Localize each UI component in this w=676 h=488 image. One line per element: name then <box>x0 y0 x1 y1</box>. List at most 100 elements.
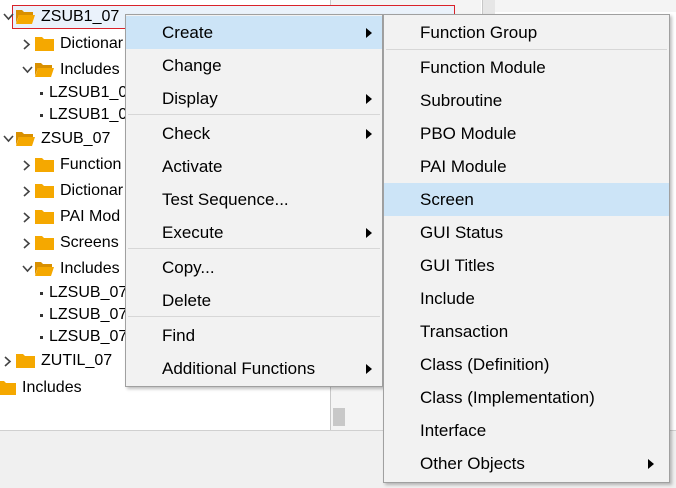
submenu-item[interactable]: PBO Module <box>384 117 669 150</box>
submenu-item-label: Function Module <box>420 58 546 77</box>
chevron-right-icon[interactable] <box>22 32 34 56</box>
submenu-item-label: GUI Status <box>420 223 504 242</box>
folder-open-icon <box>35 61 54 78</box>
menu-item[interactable]: Delete <box>126 284 382 317</box>
submenu-item[interactable]: Class (Definition) <box>384 348 669 381</box>
menu-item[interactable]: Test Sequence... <box>126 183 382 216</box>
menu-item-label: Execute <box>162 223 224 242</box>
submenu-item-label: PAI Module <box>420 157 507 176</box>
chevron-down-icon[interactable] <box>22 257 34 281</box>
leaf-bullet <box>40 314 43 317</box>
submenu-arrow-icon <box>366 129 372 139</box>
submenu-item-label: Screen <box>420 190 474 209</box>
menu-separator <box>128 114 380 115</box>
folder-icon <box>35 234 54 251</box>
chevron-down-icon[interactable] <box>22 58 34 82</box>
submenu-item-label: GUI Titles <box>420 256 495 275</box>
submenu-item[interactable]: Other Objects <box>384 447 669 480</box>
tree-node-label: Includes <box>60 61 120 78</box>
menu-item[interactable]: Create <box>126 16 382 49</box>
submenu-item[interactable]: Include <box>384 282 669 315</box>
submenu-item[interactable]: GUI Status <box>384 216 669 249</box>
submenu-item-label: Subroutine <box>420 91 503 110</box>
submenu-arrow-icon <box>366 364 372 374</box>
submenu-item[interactable]: PAI Module <box>384 150 669 183</box>
folder-open-icon <box>16 8 35 25</box>
tree-node-label: Function <box>60 156 122 173</box>
window-top-strip <box>494 0 676 12</box>
menu-item-label: Activate <box>162 157 223 176</box>
chevron-right-icon[interactable] <box>3 349 15 373</box>
submenu-item-label: Function Group <box>420 23 538 42</box>
menu-item[interactable]: Execute <box>126 216 382 249</box>
chevron-down-icon[interactable] <box>3 5 15 29</box>
submenu-arrow-icon <box>648 459 654 469</box>
menu-item-label: Change <box>162 56 222 75</box>
create-submenu: Function Group Function Module Subroutine P… <box>383 14 670 483</box>
tree-node-label: ZSUB_07 <box>41 130 111 147</box>
menu-item[interactable]: Find <box>126 319 382 352</box>
submenu-item[interactable]: Class (Implementation) <box>384 381 669 414</box>
menu-item-label: Test Sequence... <box>162 190 289 209</box>
tree-node-label: LZSUB1_0 <box>49 106 128 123</box>
submenu-item[interactable]: Function Group <box>384 16 669 49</box>
folder-icon <box>35 35 54 52</box>
chevron-right-icon[interactable] <box>22 179 34 203</box>
chevron-right-icon[interactable] <box>22 153 34 177</box>
folder-open-icon <box>16 130 35 147</box>
tree-node-label: ZUTIL_07 <box>41 352 113 369</box>
menu-item-label: Display <box>162 89 218 108</box>
tree-node-label: LZSUB_07 <box>49 284 128 301</box>
submenu-item-label: Class (Implementation) <box>420 388 595 407</box>
submenu-arrow-icon <box>366 28 372 38</box>
submenu-item[interactable]: Interface <box>384 414 669 447</box>
menu-item[interactable]: Display <box>126 82 382 115</box>
menu-separator <box>128 316 380 317</box>
menu-item[interactable]: Change <box>126 49 382 82</box>
submenu-item[interactable]: Subroutine <box>384 84 669 117</box>
tree-node-label: LZSUB1_0 <box>49 84 128 101</box>
menu-separator <box>128 248 380 249</box>
menu-item-label: Additional Functions <box>162 359 316 378</box>
menu-item-label: Find <box>162 326 196 345</box>
folder-icon <box>16 352 35 369</box>
folder-icon <box>0 379 16 396</box>
folder-icon <box>35 208 54 225</box>
tree-node-label: Includes <box>60 260 120 277</box>
chevron-right-icon[interactable] <box>22 231 34 255</box>
submenu-arrow-icon <box>366 94 372 104</box>
menu-item[interactable]: Copy... <box>126 251 382 284</box>
folder-open-icon <box>35 260 54 277</box>
tree-node-label: Dictionar <box>60 35 124 52</box>
horizontal-scrollbar-thumb[interactable] <box>333 408 345 426</box>
submenu-item-label: PBO Module <box>420 124 517 143</box>
tree-node-label: LZSUB_07 <box>49 328 128 345</box>
chevron-right-icon[interactable] <box>22 205 34 229</box>
submenu-item-label: Transaction <box>420 322 509 341</box>
tree-node-label: ZSUB1_07 <box>41 8 120 25</box>
submenu-item-label: Interface <box>420 421 487 440</box>
submenu-arrow-icon <box>366 228 372 238</box>
submenu-item-label: Include <box>420 289 475 308</box>
tree-node-label: LZSUB_07 <box>49 306 128 323</box>
menu-item[interactable]: Activate <box>126 150 382 183</box>
tree-node-label: Includes <box>22 379 82 396</box>
leaf-bullet <box>40 92 43 95</box>
submenu-item[interactable]: Transaction <box>384 315 669 348</box>
menu-item[interactable]: Additional Functions <box>126 352 382 385</box>
menu-item[interactable]: Check <box>126 117 382 150</box>
folder-icon <box>35 156 54 173</box>
menu-item-label: Copy... <box>162 258 215 277</box>
submenu-item[interactable]: Function Module <box>384 51 669 84</box>
submenu-item-label: Other Objects <box>420 454 525 473</box>
menu-separator <box>386 49 667 50</box>
submenu-item-label: Class (Definition) <box>420 355 550 374</box>
menu-item-label: Delete <box>162 291 212 310</box>
submenu-item[interactable]: GUI Titles <box>384 249 669 282</box>
submenu-item[interactable]: Screen <box>384 183 669 216</box>
tree-node-label: Dictionar <box>60 182 124 199</box>
leaf-bullet <box>40 336 43 339</box>
context-menu: Create Change Display Check Activate Test Seq… <box>125 14 383 387</box>
vertical-scrollbar[interactable] <box>482 0 495 15</box>
chevron-down-icon[interactable] <box>3 127 15 151</box>
